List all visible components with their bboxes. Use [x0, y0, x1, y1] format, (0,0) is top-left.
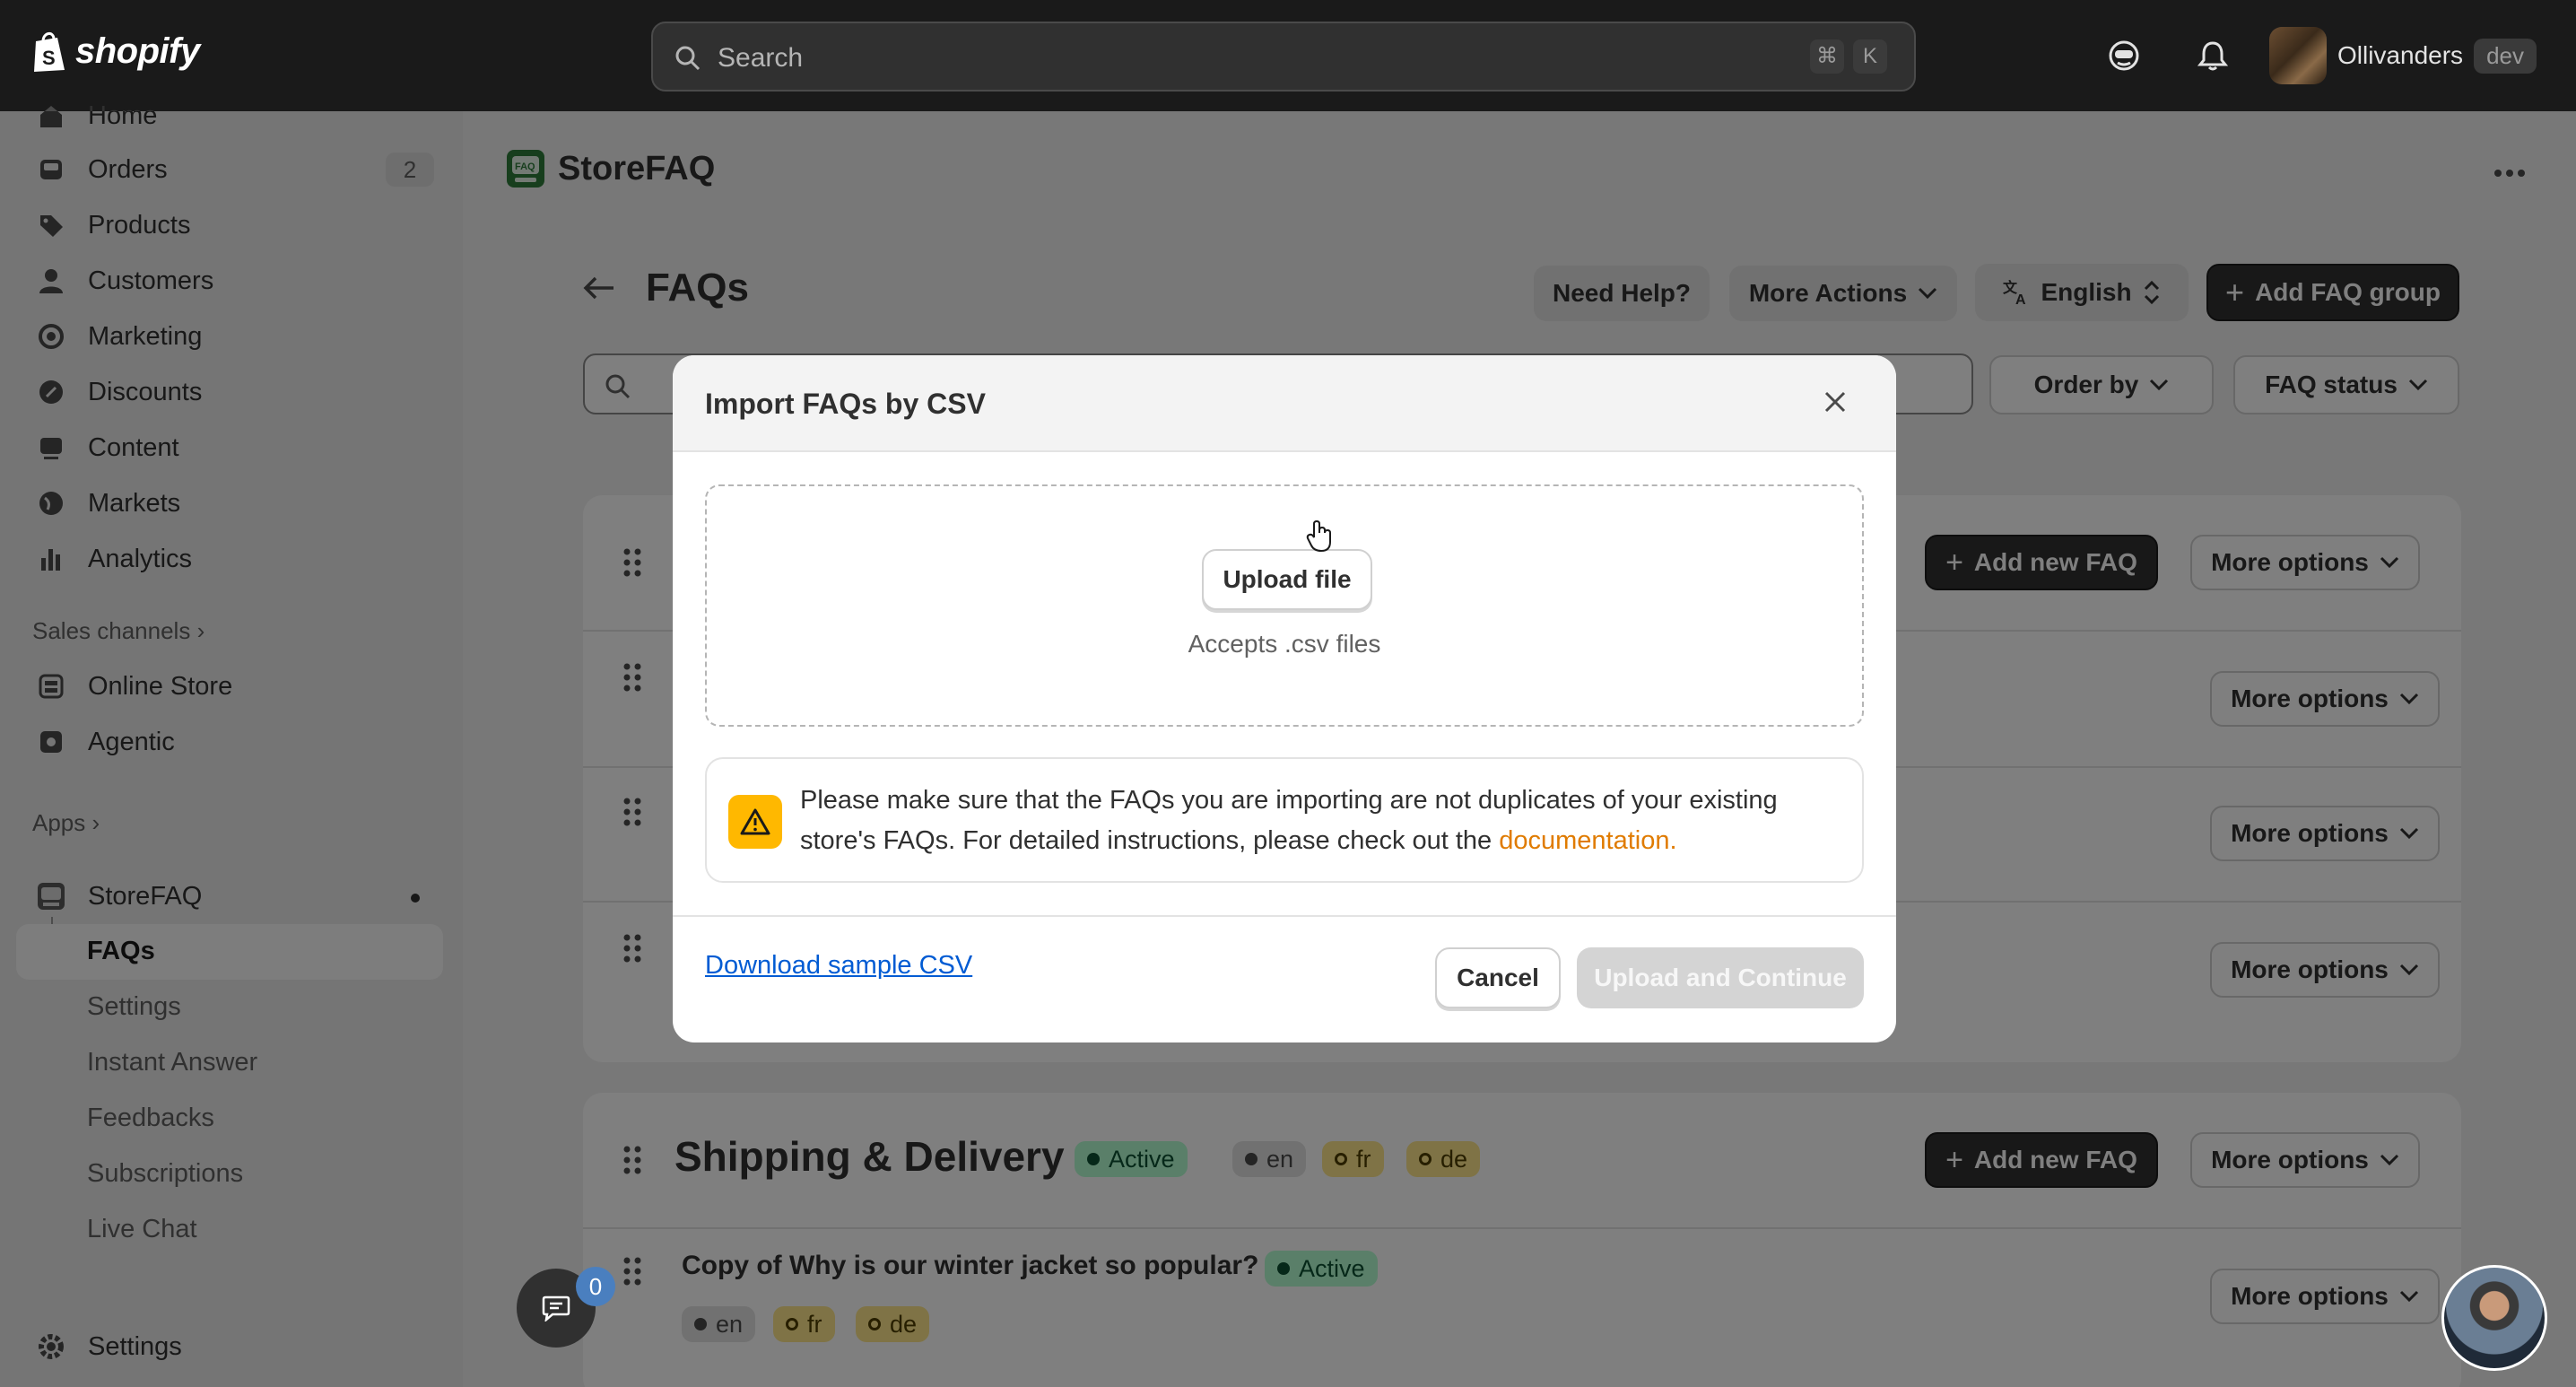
shortcut-k-key: K [1853, 39, 1887, 74]
search-icon [675, 46, 701, 71]
cancel-button[interactable]: Cancel [1435, 947, 1561, 1008]
store-name: Ollivanders [2337, 41, 2464, 69]
accepted-file-types: Accepts .csv files [1188, 630, 1381, 658]
shortcut-cmd-key: ⌘ [1810, 39, 1844, 74]
modal-title: Import FAQs by CSV [705, 388, 986, 420]
account-menu[interactable]: Ollivanders dev [2269, 27, 2537, 84]
button-label: Cancel [1457, 964, 1539, 991]
modal-header: Import FAQs by CSV [673, 355, 1896, 452]
dev-badge: dev [2474, 38, 2537, 74]
store-avatar [2269, 27, 2327, 84]
upload-and-continue-button[interactable]: Upload and Continue [1577, 947, 1864, 1008]
warning-text: Please make sure that the FAQs you are i… [800, 781, 1849, 861]
documentation-link[interactable]: documentation. [1499, 826, 1676, 855]
search-placeholder: Search [718, 43, 804, 73]
global-search[interactable]: Search ⌘ K [651, 22, 1916, 92]
download-sample-csv-link[interactable]: Download sample CSV [705, 951, 972, 981]
warning-banner: Please make sure that the FAQs you are i… [705, 757, 1864, 883]
upload-file-button[interactable]: Upload file [1202, 549, 1372, 610]
shopify-bag-icon: S [34, 32, 65, 72]
bell-icon[interactable] [2197, 39, 2228, 72]
import-csv-modal: Import FAQs by CSV Upload file Accepts .… [673, 355, 1896, 1042]
support-agent-avatar[interactable] [2441, 1265, 2547, 1371]
svg-text:S: S [42, 47, 56, 69]
top-bar: S shopify Search ⌘ K Ollivanders dev [0, 0, 2576, 111]
close-icon[interactable] [1823, 389, 1848, 414]
modal-footer: Download sample CSV Cancel Upload and Co… [673, 915, 1896, 1042]
brand-name: shopify [75, 31, 200, 71]
chat-bubble-icon [542, 1295, 570, 1322]
button-label: Upload file [1223, 565, 1352, 593]
sidekick-icon[interactable] [2108, 39, 2140, 72]
chat-unread-count: 0 [576, 1267, 615, 1306]
file-dropzone[interactable]: Upload file Accepts .csv files [705, 484, 1864, 727]
button-label: Upload and Continue [1594, 964, 1847, 991]
warning-icon [728, 795, 782, 849]
shopify-logo[interactable]: S shopify [30, 29, 200, 74]
hand-cursor-icon [1306, 520, 1331, 553]
